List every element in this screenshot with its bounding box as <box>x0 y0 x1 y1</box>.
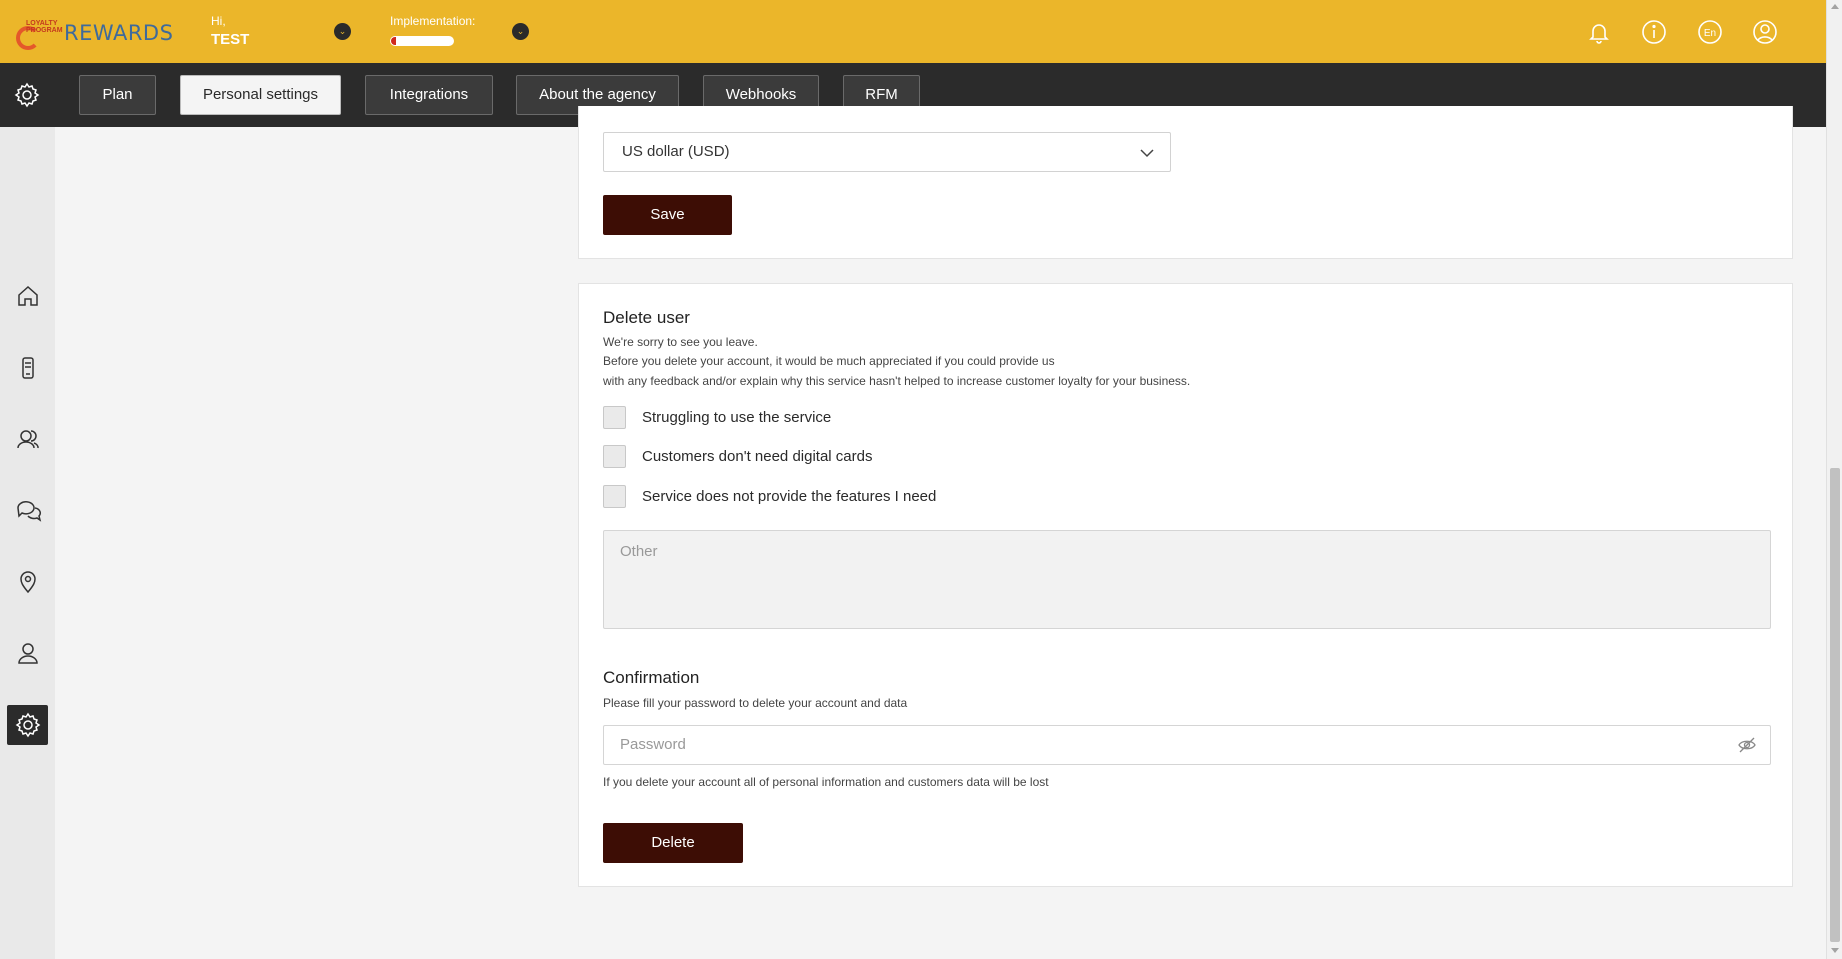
customers-icon[interactable] <box>14 425 42 453</box>
implementation-progress-bar <box>390 36 454 46</box>
gear-icon[interactable] <box>14 82 40 108</box>
top-bar: LOYALTY PROGRAM REWARDS Hi, TEST ⌄ Imple… <box>0 0 1826 63</box>
language-icon[interactable]: En <box>1697 19 1723 45</box>
home-icon[interactable] <box>14 282 42 310</box>
save-button[interactable]: Save <box>603 195 732 235</box>
scrollbar-thumb[interactable] <box>1830 468 1840 942</box>
delete-user-line-2: Before you delete your account, it would… <box>603 354 1055 368</box>
currency-card: US dollar (USD) Save <box>578 106 1793 259</box>
delete-user-line-3: with any feedback and/or explain why thi… <box>603 374 1191 388</box>
reason-row[interactable]: Struggling to use the service <box>603 405 831 429</box>
delete-user-card: Delete user We're sorry to see you leave… <box>578 283 1793 887</box>
scroll-up-arrow-icon[interactable] <box>1831 4 1839 9</box>
bell-icon[interactable] <box>1586 19 1612 45</box>
reason-label: Service does not provide the features I … <box>642 487 937 505</box>
password-input[interactable]: Password <box>603 725 1771 765</box>
user-menu-chevron-icon[interactable]: ⌄ <box>334 23 351 40</box>
info-icon[interactable] <box>1641 19 1667 45</box>
delete-user-title: Delete user <box>603 308 690 327</box>
other-placeholder: Other <box>620 543 658 560</box>
reason-label: Customers don't need digital cards <box>642 447 873 465</box>
password-placeholder: Password <box>620 736 686 753</box>
reason-checkbox[interactable] <box>603 484 626 508</box>
chevron-down-icon <box>1140 149 1154 158</box>
confirmation-hint: Please fill your password to delete your… <box>603 696 908 710</box>
hide-password-icon[interactable] <box>1738 737 1756 753</box>
delete-user-line-1: We're sorry to see you leave. <box>603 335 758 349</box>
page-scrollbar[interactable] <box>1826 0 1842 959</box>
location-icon[interactable] <box>14 567 42 595</box>
account-icon[interactable] <box>1752 19 1778 45</box>
left-sidebar <box>0 127 55 959</box>
reason-checkbox[interactable] <box>603 444 626 468</box>
confirmation-title: Confirmation <box>603 668 700 687</box>
reason-label: Struggling to use the service <box>642 408 832 426</box>
logo[interactable]: LOYALTY PROGRAM REWARDS <box>14 16 173 50</box>
tab-personal-settings[interactable]: Personal settings <box>180 75 341 115</box>
implementation-label: Implementation: <box>390 14 476 28</box>
reason-row[interactable]: Service does not provide the features I … <box>603 484 936 508</box>
logo-small-text: LOYALTY PROGRAM <box>26 20 63 34</box>
implementation-chevron-icon[interactable]: ⌄ <box>512 23 529 40</box>
logo-mark: LOYALTY PROGRAM <box>14 16 63 50</box>
chat-icon[interactable] <box>14 496 42 524</box>
device-icon[interactable] <box>14 354 42 382</box>
username: TEST <box>211 31 250 48</box>
reason-checkbox[interactable] <box>603 405 626 429</box>
currency-selected-value: US dollar (USD) <box>622 143 730 160</box>
user-icon[interactable] <box>14 639 42 667</box>
settings-icon[interactable] <box>14 711 42 739</box>
implementation-status: Implementation: <box>390 14 476 46</box>
greeting-text: Hi, <box>211 14 226 28</box>
progress-fill <box>391 37 396 45</box>
tab-integrations[interactable]: Integrations <box>365 75 493 115</box>
language-badge: En <box>1704 28 1716 39</box>
user-greeting: Hi, TEST <box>211 14 249 48</box>
scroll-down-arrow-icon[interactable] <box>1831 948 1839 953</box>
reason-row[interactable]: Customers don't need digital cards <box>603 444 873 468</box>
other-feedback-textarea[interactable]: Other <box>603 530 1771 629</box>
delete-warning: If you delete your account all of person… <box>603 775 1049 789</box>
delete-button[interactable]: Delete <box>603 823 743 863</box>
logo-text: REWARDS <box>64 21 174 45</box>
currency-select[interactable]: US dollar (USD) <box>603 132 1171 172</box>
tab-plan[interactable]: Plan <box>79 75 156 115</box>
